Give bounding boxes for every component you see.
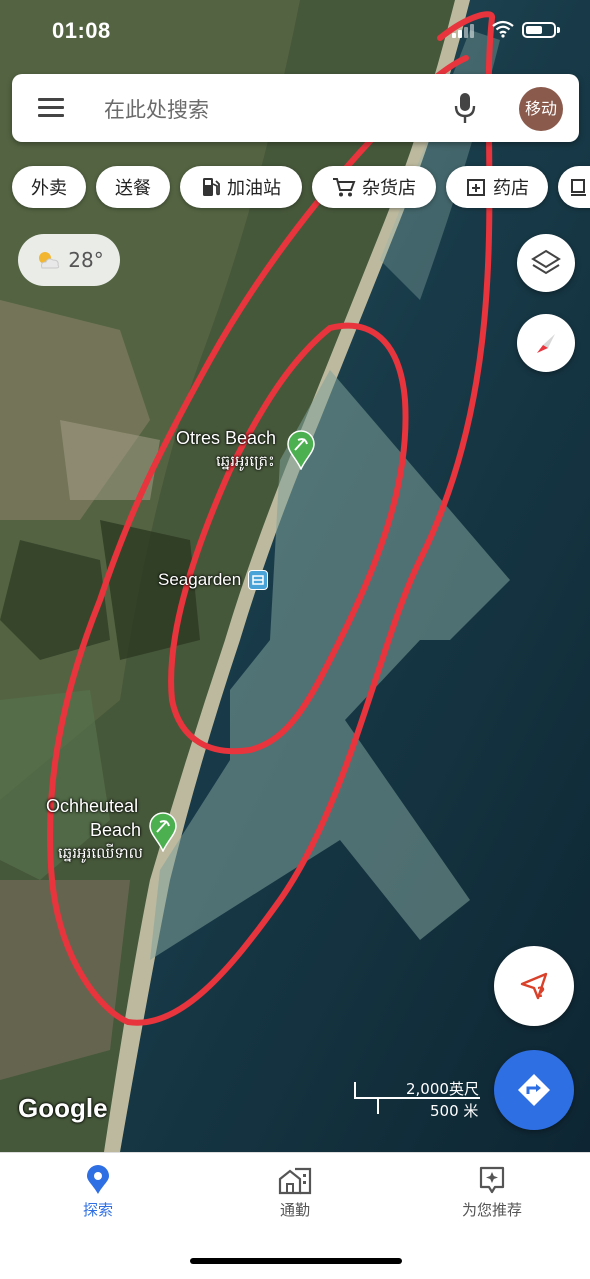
menu-icon[interactable]	[38, 96, 66, 118]
chip-label: 外卖	[31, 178, 67, 199]
home-indicator[interactable]	[190, 1258, 402, 1264]
scale-metric: 500 米	[430, 1102, 479, 1120]
cup-icon	[571, 179, 586, 196]
layers-icon	[531, 249, 561, 275]
map-label-ochheuteal-khmer: ឆ្នេរអូរឈើទាល	[58, 845, 143, 862]
status-time: 01:08	[52, 18, 111, 43]
battery-icon	[522, 22, 560, 38]
tab-label: 探索	[82, 1201, 113, 1219]
map-label-otres-beach-khmer: ឆ្នេរអូរត្រេះ	[216, 453, 275, 470]
category-chips: 外卖 送餐 加油站 杂货店 药店	[0, 166, 590, 210]
tab-for-you[interactable]: 为您推荐	[422, 1165, 562, 1220]
chip-pharmacy[interactable]: 药店	[446, 166, 548, 208]
layers-button[interactable]	[517, 234, 575, 292]
search-bar[interactable]: 在此处搜索 移动	[12, 74, 579, 142]
compass-button[interactable]	[517, 314, 575, 372]
partly-cloudy-icon	[39, 252, 60, 269]
map-label-otres-beach[interactable]: Otres Beach	[176, 428, 276, 449]
search-input[interactable]: 在此处搜索	[104, 94, 209, 124]
chip-label: 杂货店	[362, 178, 416, 199]
location-arrow-question-icon: ?	[520, 972, 548, 1001]
microphone-icon[interactable]	[450, 90, 480, 126]
chip-cafe[interactable]	[558, 166, 590, 208]
beach-pin-icon[interactable]	[148, 812, 178, 852]
cellular-signal-icon	[452, 24, 478, 38]
map-label-seagarden[interactable]: Seagarden	[158, 570, 241, 590]
tab-label: 通勤	[279, 1201, 310, 1219]
hotel-icon[interactable]	[248, 570, 268, 590]
chip-grocery[interactable]: 杂货店	[312, 166, 436, 208]
compass-icon	[537, 334, 555, 353]
map-label-ochheuteal-line2[interactable]: Beach	[90, 820, 141, 841]
tab-label: 为您推荐	[461, 1201, 522, 1219]
beach-pin-icon[interactable]	[286, 430, 316, 470]
google-attribution: Google	[18, 1093, 108, 1123]
chip-gas-station[interactable]: 加油站	[180, 166, 302, 208]
chip-label: 送餐	[115, 178, 151, 199]
map-label-ochheuteal-line1[interactable]: Ochheuteal	[46, 796, 138, 817]
directions-icon	[518, 1074, 550, 1106]
tab-explore[interactable]: 探索	[28, 1165, 168, 1220]
map-scale: 2,000英尺 500 米	[352, 1078, 492, 1120]
chip-label: 加油站	[227, 178, 281, 199]
svg-text:?: ?	[537, 985, 545, 1001]
cart-icon	[333, 178, 356, 197]
directions-button[interactable]	[494, 1050, 574, 1130]
chip-delivery[interactable]: 送餐	[96, 166, 170, 208]
chip-takeout[interactable]: 外卖	[12, 166, 86, 208]
pharmacy-icon	[467, 179, 485, 196]
gas-station-icon	[203, 178, 220, 196]
commute-buildings-icon	[278, 1167, 312, 1195]
sparkle-icon	[479, 1166, 505, 1194]
temperature-text: 28°	[68, 248, 104, 272]
status-bar: 01:08	[0, 0, 590, 60]
location-pin-icon	[87, 1165, 109, 1194]
tab-commute[interactable]: 通勤	[225, 1165, 365, 1220]
location-unknown-button[interactable]: ?	[494, 946, 574, 1026]
account-avatar[interactable]: 移动	[519, 87, 563, 131]
wifi-icon	[492, 20, 514, 38]
weather-badge[interactable]: 28°	[18, 234, 120, 286]
scale-imperial: 2,000英尺	[406, 1080, 479, 1098]
chip-label: 药店	[493, 178, 529, 199]
